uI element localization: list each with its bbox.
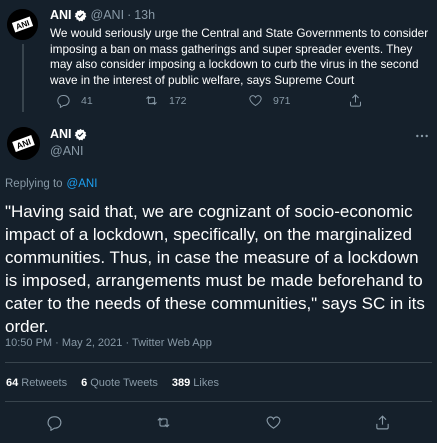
like-icon [249,95,262,107]
retweets-stat[interactable]: 64 Retweets [6,377,67,389]
tweet1-actions: 41 172 971 [56,93,363,108]
likes-label: Likes [193,377,219,389]
share-icon [350,94,361,107]
divider [5,362,432,363]
verified-badge-icon [74,128,86,140]
quote-tweets-label: Quote Tweets [90,377,158,389]
replying-to-link[interactable]: @ANI [67,178,98,190]
retweets-label: Retweets [21,377,68,389]
ani-logo-icon: ANI [7,127,40,160]
divider [5,401,432,402]
more-button[interactable] [414,128,430,144]
author-name[interactable]: ANI [50,127,72,141]
share-button[interactable] [374,414,391,436]
tweet1-text: We would seriously urge the Central and … [50,26,429,87]
author-name[interactable]: ANI [50,8,72,22]
avatar[interactable]: ANI [7,9,38,40]
retweets-count: 64 [6,377,19,389]
share-icon [376,415,389,430]
separator-dot: · [127,8,132,22]
likes-count: 389 [171,377,191,389]
tweet2-text: "Having said that, we are cognizant of s… [5,202,425,336]
reply-icon [47,416,62,432]
reply-button[interactable] [46,414,63,436]
retweet-count: 172 [169,94,187,107]
ani-logo-icon: ANI [7,9,38,40]
quote-tweets-stat[interactable]: 6 Quote Tweets [81,377,158,389]
avatar[interactable]: ANI [7,127,40,160]
retweet-icon [146,96,157,105]
like-icon [266,416,281,429]
tweet-timestamp[interactable]: 10:50 PM · May 2, 2021 · Twitter Web App [5,337,212,349]
tweet-time[interactable]: 13h [134,8,155,22]
retweet-button[interactable] [155,414,172,436]
author-handle[interactable]: @ANI [91,8,125,22]
retweet-button[interactable]: 172 [144,93,248,108]
like-button[interactable]: 971 [248,93,348,108]
share-button[interactable] [348,93,363,108]
retweet-icon [157,417,170,428]
replying-to: Replying to @ANI [5,178,97,190]
tweet1-header: ANI @ANI · 13h [50,8,155,22]
tweet-stats: 64 Retweets 6 Quote Tweets 389 Likes [6,377,219,389]
tweet2-actions [0,414,437,436]
replying-to-label: Replying to [5,178,63,190]
reply-button[interactable]: 41 [56,93,144,108]
like-button[interactable] [265,414,282,436]
reply-icon [57,94,70,108]
tweet2-handle-row: @ANI [50,144,84,158]
tweet2-name-row: ANI [50,127,87,141]
more-icon [416,134,428,138]
reply-count: 41 [81,94,93,107]
quote-tweets-count: 6 [81,377,88,389]
verified-badge-icon [74,9,86,21]
likes-stat[interactable]: 389 Likes [172,377,219,389]
like-count: 971 [273,94,291,107]
thread-connector [22,44,24,112]
author-handle[interactable]: @ANI [50,144,84,158]
